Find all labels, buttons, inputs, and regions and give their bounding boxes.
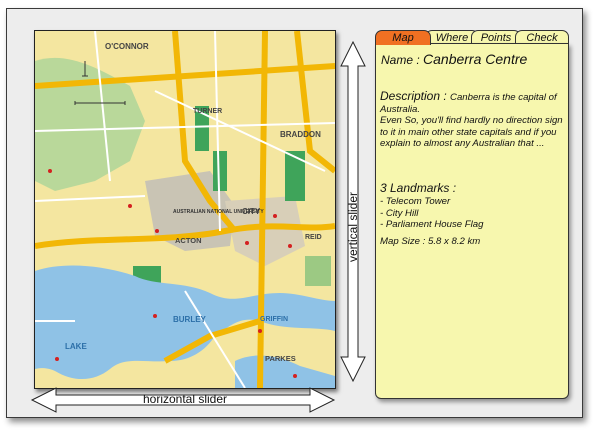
- map-label-anu: AUSTRALIAN NATIONAL UNIVERSITY: [173, 209, 264, 215]
- map-size: Map Size : 5.8 x 8.2 km: [380, 236, 481, 247]
- map-viewport[interactable]: O'CONNOR TURNER BRADDON ACTON CITY REID …: [34, 30, 336, 389]
- tab-map[interactable]: Map: [375, 30, 431, 45]
- map-label-burley: BURLEY: [173, 315, 207, 324]
- landmarks-block: 3 Landmarks : - Telecom Tower - City Hil…: [380, 181, 564, 231]
- horizontal-slider-label: horizontal slider: [142, 392, 228, 406]
- landmark-item: - Telecom Tower: [380, 196, 451, 207]
- landmark-item: - City Hill: [380, 207, 419, 219]
- name-row: Name : Canberra Centre: [381, 51, 527, 67]
- vertical-slider-label: vertical slider: [346, 191, 360, 263]
- map-label-lake: LAKE: [65, 342, 87, 351]
- map-label-braddon: BRADDON: [280, 130, 321, 139]
- name-value: Canberra Centre: [423, 51, 528, 67]
- vertical-slider-label-box: vertical slider: [343, 182, 363, 272]
- map-label-reid: REID: [305, 234, 322, 241]
- map-label-oconnor: O'CONNOR: [105, 42, 149, 51]
- description-more: Even So, you'll find hardly no direction…: [380, 115, 563, 150]
- description-label: Description :: [380, 89, 451, 103]
- map-label-turner: TURNER: [193, 108, 222, 115]
- landmarks-label: 3 Landmarks :: [380, 181, 457, 195]
- map-label-acton: ACTON: [175, 236, 202, 245]
- name-label: Name :: [381, 53, 424, 67]
- canberra-map: O'CONNOR TURNER BRADDON ACTON CITY REID …: [35, 31, 335, 388]
- description-block: Description : Canberra is the capital of…: [380, 89, 564, 150]
- map-label-parkes: PARKES: [265, 354, 296, 363]
- landmark-item: - Parliament House Flag: [380, 219, 484, 230]
- map-label-griffin: GRIFFIN: [260, 316, 288, 323]
